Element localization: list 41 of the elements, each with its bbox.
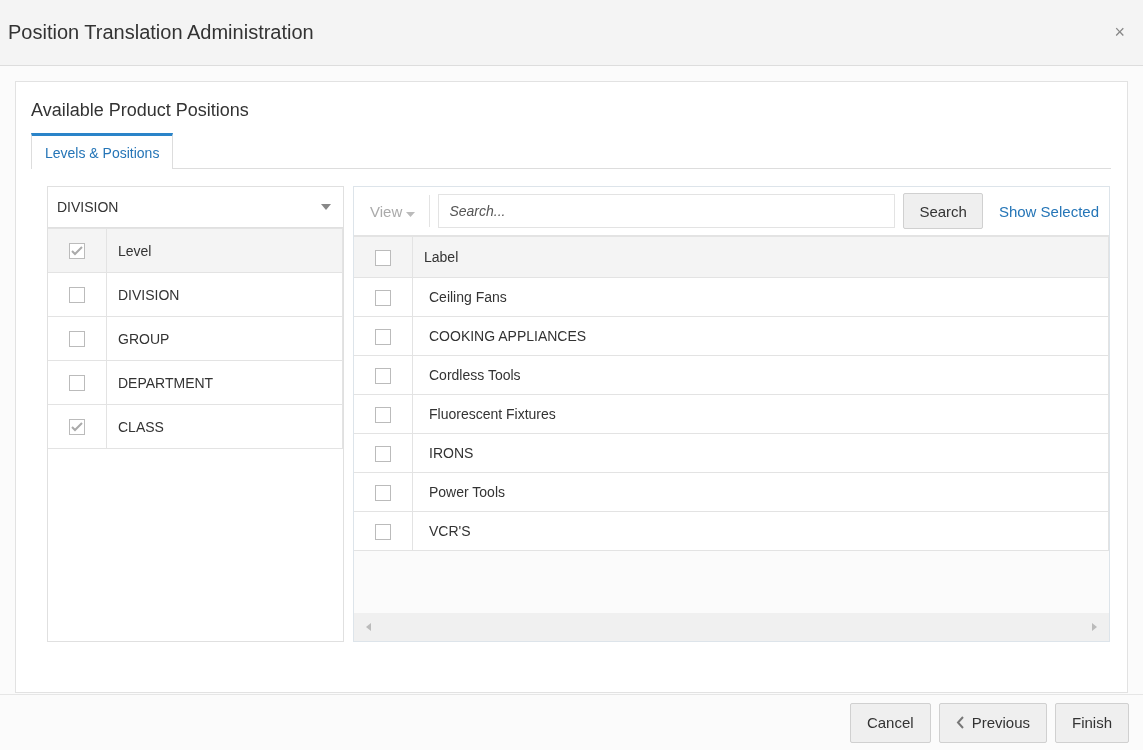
- table-cell: Fluorescent Fixtures: [412, 394, 1109, 434]
- chevron-left-icon: [955, 716, 964, 729]
- previous-button[interactable]: Previous: [938, 702, 1047, 743]
- column-header: Label: [412, 236, 1109, 278]
- table-cell: Cordless Tools: [412, 355, 1109, 395]
- dialog-button[interactable]: Cancel: [849, 702, 931, 743]
- table-cell: DEPARTMENT: [106, 360, 343, 405]
- horizontal-scrollbar[interactable]: [354, 613, 1109, 641]
- table-cell: DIVISION: [106, 272, 343, 317]
- section-title: Available Product Positions: [31, 100, 250, 121]
- checkbox[interactable]: [69, 331, 85, 348]
- checkbox[interactable]: [375, 445, 391, 462]
- table-cell: Ceiling Fans: [412, 277, 1109, 317]
- search-field[interactable]: Search...: [438, 194, 896, 228]
- search-button[interactable]: Search: [903, 193, 983, 229]
- scroll-left-icon[interactable]: [366, 623, 371, 631]
- checkbox[interactable]: [69, 243, 85, 260]
- show-selected-link[interactable]: Show Selected: [998, 202, 1099, 220]
- dialog-button[interactable]: Finish: [1055, 702, 1129, 743]
- table-cell: Power Tools: [412, 472, 1109, 512]
- tab[interactable]: Levels & Positions: [31, 133, 174, 169]
- checkbox[interactable]: [375, 367, 391, 384]
- table-cell: CLASS: [106, 404, 343, 449]
- checkbox[interactable]: [375, 249, 391, 266]
- table-cell: VCR'S: [412, 511, 1109, 551]
- caret-icon: [406, 211, 416, 217]
- checkbox[interactable]: [375, 328, 391, 345]
- checkbox[interactable]: [69, 287, 85, 304]
- table-cell: COOKING APPLIANCES: [412, 316, 1109, 356]
- table-cell: GROUP: [106, 316, 343, 361]
- checkbox[interactable]: [69, 419, 85, 436]
- checkbox[interactable]: [375, 484, 391, 501]
- checkbox[interactable]: [375, 289, 391, 306]
- checkbox[interactable]: [375, 406, 391, 423]
- checkbox[interactable]: [69, 375, 85, 392]
- caret-icon: [321, 204, 331, 210]
- window-title: Position Translation Administration: [8, 21, 314, 44]
- column-header: Level: [106, 228, 343, 273]
- scroll-right-icon[interactable]: [1092, 623, 1097, 631]
- checkbox[interactable]: [375, 523, 391, 540]
- table-cell: IRONS: [412, 433, 1109, 473]
